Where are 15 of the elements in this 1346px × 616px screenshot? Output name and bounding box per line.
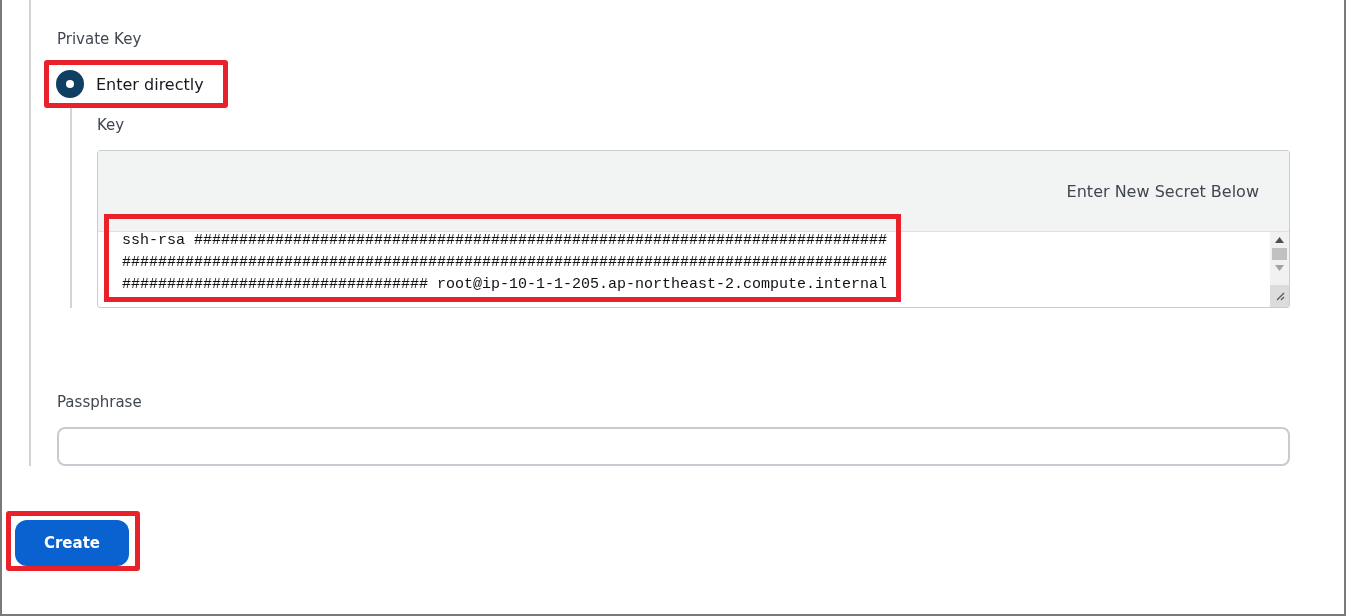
secret-header: Enter New Secret Below [1066,181,1259,201]
field-label: Private Key [57,30,143,48]
scroll-thumb[interactable] [1272,248,1287,260]
create-button[interactable]: Create [15,520,129,566]
field-label: Key [97,116,126,134]
passphrase-input[interactable] [57,427,1290,466]
radio-option[interactable]: Enter directly [44,60,228,108]
resize-grip-icon[interactable] [1274,291,1285,301]
scroll-bar[interactable] [1270,232,1289,307]
radio-button[interactable] [56,70,84,98]
radio-label: Enter directly [96,74,204,94]
key-value: ssh-rsa #################################################################################################################################################################################################### root@ip-10-1-1-205.ap-northeast-2.compute.internal [104,214,902,302]
key-text-area[interactable] [97,150,1290,308]
field-label: Passphrase [57,393,143,411]
up-arrow-icon[interactable] [1275,237,1284,243]
